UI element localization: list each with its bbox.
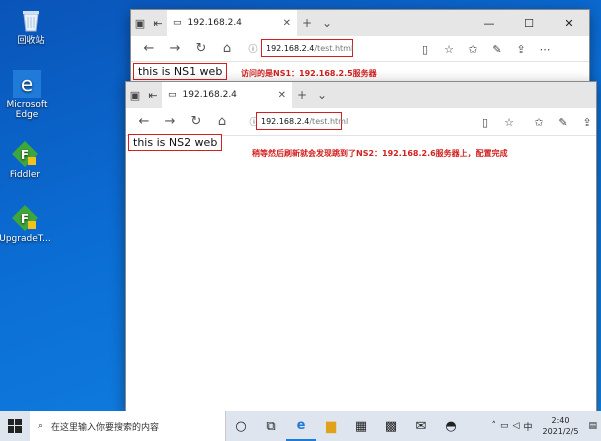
close-button[interactable]: ✕ — [549, 10, 589, 36]
page-icon: ▭ — [173, 18, 182, 28]
title-bar: ▣ ⇤ ▭ 192.168.2.4 ✕ + ⌄ — ☐ ✕ — [131, 10, 589, 36]
title-bar: ▣ ⇤ ▭ 192.168.2.4 ✕ + ⌄ — [126, 82, 596, 108]
tab-close-icon[interactable]: ✕ — [278, 90, 286, 101]
taskbar: ⌕ 在这里输入你要搜索的内容 ○ ⧉ e ▆ ▦ ▩ ✉ ◓ ˄ ▭ ◁ 中 2… — [0, 411, 601, 441]
notifications-icon[interactable]: ▤ — [588, 421, 597, 431]
toolbar-right: ▯ ☆ ✩ ✎ ⇪ — [476, 111, 596, 133]
desktop-icon-fiddler[interactable]: F Fiddler — [0, 140, 54, 180]
clock[interactable]: 2:40 2021/2/5 — [536, 415, 584, 437]
toolbar-right: ▯ ☆ ✩ ✎ ⇪ ⋯ — [416, 38, 554, 60]
search-placeholder: 在这里输入你要搜索的内容 — [51, 422, 160, 433]
address-path: /test.html — [314, 43, 354, 53]
new-tab-button[interactable]: + — [292, 88, 312, 102]
annotation-text: 访问的是NS1：192.168.2.5服务器 — [241, 69, 377, 78]
new-tab-button[interactable]: + — [297, 16, 317, 30]
svg-text:e: e — [21, 72, 33, 96]
app-grid-icon[interactable]: ▩ — [376, 411, 406, 441]
cortana-icon[interactable]: ○ — [226, 411, 256, 441]
desktop-icon-label: Fiddler — [9, 170, 41, 180]
clock-time: 2:40 — [551, 416, 570, 425]
fiddler-upgrade-icon: F — [11, 204, 39, 232]
address-bar[interactable]: 192.168.2.4/test.html — [261, 39, 353, 57]
ime-indicator[interactable]: 中 — [523, 420, 532, 433]
search-icon: ⌕ — [38, 421, 44, 431]
tab-aside-icon[interactable]: ⇤ — [149, 14, 167, 32]
start-button[interactable] — [0, 411, 30, 441]
share-icon[interactable]: ⇪ — [578, 111, 596, 133]
back-arrow-icon[interactable]: ← — [132, 111, 156, 133]
favorite-star-icon[interactable]: ☆ — [500, 111, 518, 133]
browser-window-back: ▣ ⇤ ▭ 192.168.2.4 ✕ + ⌄ — ☐ ✕ ← → ↻ ⌂ ⓘ … — [131, 10, 589, 90]
maximize-button[interactable]: ☐ — [509, 10, 549, 36]
tab-aside-icon[interactable]: ⇤ — [144, 86, 162, 104]
tray-chevron-icon[interactable]: ˄ — [492, 421, 497, 431]
more-dots-icon[interactable]: ⋯ — [536, 38, 554, 60]
tab-active[interactable]: ▭ 192.168.2.4 ✕ — [167, 10, 297, 36]
page-content-text: this is NS1 web — [133, 63, 228, 80]
tab-actions-icon[interactable]: ▣ — [126, 86, 144, 104]
forward-arrow-icon[interactable]: → — [158, 111, 182, 133]
clock-date: 2021/2/5 — [542, 427, 579, 436]
reading-view-icon[interactable]: ▯ — [416, 38, 434, 60]
favorites-hub-icon[interactable]: ✩ — [530, 111, 548, 133]
network-icon[interactable]: ▭ — [500, 421, 509, 431]
nav-bar: ← → ↻ ⌂ ⓘ 192.168.2.4/test.html ▯ ☆ ✩ ✎ … — [126, 108, 596, 136]
forward-arrow-icon[interactable]: → — [163, 38, 187, 60]
reading-view-icon[interactable]: ▯ — [476, 111, 494, 133]
home-icon[interactable]: ⌂ — [210, 111, 234, 133]
address-host: 192.168.2.4 — [266, 43, 315, 53]
desktop-icon-upgrade[interactable]: F UpgradeT... — [0, 204, 54, 244]
page-content-text: this is NS2 web — [128, 134, 223, 151]
svg-text:F: F — [21, 148, 29, 162]
tab-list-chevron-icon[interactable]: ⌄ — [317, 16, 337, 30]
windows-logo-icon — [8, 419, 22, 433]
system-tray: ˄ ▭ ◁ 中 2:40 2021/2/5 ▤ — [492, 411, 601, 441]
page-icon: ▭ — [168, 90, 177, 100]
share-icon[interactable]: ⇪ — [512, 38, 530, 60]
nav-bar: ← → ↻ ⌂ ⓘ 192.168.2.4/test.html ▯ ☆ ✩ ✎ … — [131, 36, 589, 62]
taskbar-search[interactable]: ⌕ 在这里输入你要搜索的内容 — [30, 411, 226, 441]
fiddler-icon: F — [11, 140, 39, 168]
back-arrow-icon[interactable]: ← — [137, 38, 161, 60]
home-icon[interactable]: ⌂ — [215, 38, 239, 60]
notes-pen-icon[interactable]: ✎ — [488, 38, 506, 60]
refresh-icon[interactable]: ↻ — [184, 111, 208, 133]
tab-title: 192.168.2.4 — [182, 90, 237, 100]
refresh-icon[interactable]: ↻ — [189, 38, 213, 60]
desktop-icon-label: Microsoft Edge — [6, 100, 48, 120]
store-icon[interactable]: ▦ — [346, 411, 376, 441]
recycle-bin-icon — [17, 6, 45, 34]
edge-icon: e — [13, 70, 41, 98]
tab-actions-icon[interactable]: ▣ — [131, 14, 149, 32]
desktop-icon-recycle-bin[interactable]: 回收站 — [2, 6, 60, 46]
task-view-icon[interactable]: ⧉ — [256, 411, 286, 441]
address-host: 192.168.2.4 — [261, 116, 310, 126]
desktop-icon-edge[interactable]: e Microsoft Edge — [0, 70, 56, 120]
desktop-icon-label: 回收站 — [17, 36, 45, 46]
window-controls: — ☐ ✕ — [469, 10, 589, 36]
svg-text:F: F — [21, 212, 29, 226]
address-path: /test.html — [309, 116, 349, 126]
favorite-star-icon[interactable]: ☆ — [440, 38, 458, 60]
browser-window-front: ▣ ⇤ ▭ 192.168.2.4 ✕ + ⌄ ← → ↻ ⌂ ⓘ 192.16… — [126, 82, 596, 412]
tab-list-chevron-icon[interactable]: ⌄ — [312, 88, 332, 102]
tab-active[interactable]: ▭ 192.168.2.4 ✕ — [162, 82, 292, 108]
volume-icon[interactable]: ◁ — [513, 421, 520, 431]
desktop-icon-label: UpgradeT... — [0, 234, 51, 244]
tab-title: 192.168.2.4 — [187, 18, 242, 28]
minimize-button[interactable]: — — [469, 10, 509, 36]
user-app-icon[interactable]: ◓ — [436, 411, 466, 441]
annotation-text: 稍等然后刷新就会发现跳到了NS2：192.168.2.6服务器上，配置完成 — [252, 149, 508, 158]
file-explorer-icon[interactable]: ▆ — [316, 411, 346, 441]
favorites-hub-icon[interactable]: ✩ — [464, 38, 482, 60]
tab-close-icon[interactable]: ✕ — [283, 18, 291, 29]
notes-pen-icon[interactable]: ✎ — [554, 111, 572, 133]
mail-icon[interactable]: ✉ — [406, 411, 436, 441]
taskbar-edge-icon[interactable]: e — [286, 411, 316, 441]
address-bar[interactable]: 192.168.2.4/test.html — [256, 112, 348, 130]
